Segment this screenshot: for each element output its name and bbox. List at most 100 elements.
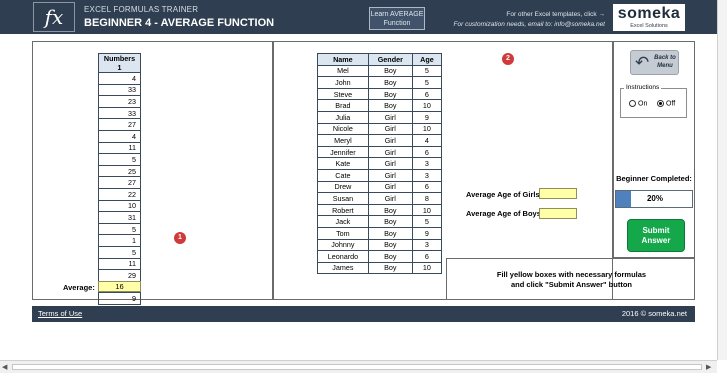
- scroll-thumb[interactable]: [12, 364, 702, 370]
- number-cell[interactable]: 11: [98, 257, 141, 271]
- name-cell[interactable]: Julia: [317, 110, 369, 124]
- off-label: Off: [666, 100, 676, 108]
- age-cell[interactable]: 10: [411, 99, 443, 112]
- name-cell[interactable]: Leonardo: [317, 250, 369, 263]
- gender-cell[interactable]: Boy: [367, 261, 413, 275]
- age-cell[interactable]: 5: [411, 215, 443, 228]
- boys-average-input[interactable]: [539, 208, 577, 219]
- girls-average-input[interactable]: [539, 188, 577, 199]
- table-row: 10: [98, 199, 141, 213]
- name-cell[interactable]: Jack: [317, 215, 369, 228]
- gender-cell[interactable]: Boy: [367, 238, 413, 252]
- name-cell[interactable]: Kate: [317, 157, 369, 170]
- vertical-scrollbar[interactable]: [717, 0, 727, 360]
- table-row: 9: [98, 292, 141, 305]
- name-cell[interactable]: Tom: [317, 226, 369, 240]
- someka-logo[interactable]: someka Excel Solutions: [613, 4, 685, 31]
- name-cell[interactable]: Susan: [317, 192, 369, 205]
- age-cell[interactable]: 8: [411, 192, 443, 205]
- templates-link[interactable]: For other Excel templates, click →: [440, 11, 605, 18]
- name-cell[interactable]: Meryl: [317, 134, 369, 147]
- gender-cell[interactable]: Boy: [367, 76, 413, 89]
- number-cell[interactable]: 5: [98, 222, 141, 236]
- age-cell[interactable]: 9: [411, 226, 443, 240]
- table-row: 5: [98, 245, 141, 259]
- scroll-left-icon[interactable]: ◀: [2, 363, 7, 371]
- age-cell[interactable]: 9: [411, 110, 443, 124]
- number-cell[interactable]: 4: [98, 129, 141, 143]
- learn-average-button[interactable]: Learn AVERAGE Function: [369, 7, 425, 30]
- number-cell[interactable]: 5: [98, 245, 141, 259]
- name-cell[interactable]: Steve: [317, 87, 369, 101]
- gender-cell[interactable]: Girl: [367, 145, 413, 159]
- horizontal-scrollbar[interactable]: ◀ ▶: [0, 360, 717, 373]
- instructions-on-radio[interactable]: On: [629, 100, 647, 107]
- gender-cell[interactable]: Boy: [367, 215, 413, 228]
- name-cell[interactable]: Nicole: [317, 122, 369, 136]
- number-cell[interactable]: 4: [98, 72, 141, 85]
- age-cell[interactable]: 6: [411, 250, 443, 263]
- number-cell[interactable]: 33: [98, 106, 141, 120]
- age-cell[interactable]: 6: [411, 145, 443, 159]
- age-cell[interactable]: 5: [411, 76, 443, 89]
- number-cell[interactable]: 31: [98, 211, 141, 224]
- gender-cell[interactable]: Boy: [367, 99, 413, 112]
- gender-cell[interactable]: Boy: [367, 250, 413, 263]
- table-row: Jack Boy 5: [317, 215, 443, 228]
- name-cell[interactable]: John: [317, 76, 369, 89]
- gender-cell[interactable]: Boy: [367, 64, 413, 78]
- back-to-menu-button[interactable]: ↶ Back to Menu: [630, 50, 679, 75]
- gender-cell[interactable]: Boy: [367, 226, 413, 240]
- name-cell[interactable]: Drew: [317, 180, 369, 194]
- age-cell[interactable]: 4: [411, 134, 443, 147]
- age-cell[interactable]: 5: [411, 64, 443, 78]
- number-cell[interactable]: 1: [98, 234, 141, 247]
- number-cell[interactable]: 11: [98, 141, 141, 155]
- name-cell[interactable]: Jennifer: [317, 145, 369, 159]
- name-cell[interactable]: Brad: [317, 99, 369, 112]
- number-cell[interactable]: 23: [98, 95, 141, 108]
- name-cell[interactable]: James: [317, 261, 369, 275]
- number-cell[interactable]: 27: [98, 118, 141, 131]
- age-cell[interactable]: 3: [411, 238, 443, 252]
- age-cell[interactable]: 6: [411, 87, 443, 101]
- number-cell[interactable]: 25: [98, 164, 141, 178]
- number-cell[interactable]: 33: [98, 83, 141, 97]
- age-cell[interactable]: 3: [411, 157, 443, 170]
- name-cell[interactable]: Johnny: [317, 238, 369, 252]
- age-cell[interactable]: 10: [411, 261, 443, 275]
- gender-cell[interactable]: Boy: [367, 87, 413, 101]
- age-cell[interactable]: 3: [411, 168, 443, 182]
- name-cell[interactable]: Mel: [317, 64, 369, 78]
- number-cell[interactable]: 27: [98, 176, 141, 189]
- number-cell[interactable]: 9: [98, 292, 141, 305]
- table-row: 22: [98, 187, 141, 201]
- gender-cell[interactable]: Girl: [367, 157, 413, 170]
- gender-cell[interactable]: Girl: [367, 192, 413, 205]
- terms-link[interactable]: Terms of Use: [38, 309, 82, 318]
- age-cell[interactable]: 10: [411, 122, 443, 136]
- name-cell[interactable]: Robert: [317, 203, 369, 217]
- number-cell[interactable]: 29: [98, 269, 141, 282]
- fx-logo: fx: [33, 2, 75, 32]
- scroll-right-icon[interactable]: ▶: [706, 363, 711, 371]
- instructions-off-radio[interactable]: Off: [657, 100, 675, 107]
- age-cell[interactable]: 10: [411, 203, 443, 217]
- gender-cell[interactable]: Girl: [367, 122, 413, 136]
- radio-off-icon: [657, 100, 664, 107]
- instructions-title: Instructions: [624, 84, 662, 91]
- table-row: Kate Girl 3: [317, 157, 443, 170]
- gender-cell[interactable]: Girl: [367, 134, 413, 147]
- number-cell[interactable]: 5: [98, 153, 141, 166]
- table-row: Mel Boy 5: [317, 64, 443, 78]
- number-cell[interactable]: 10: [98, 199, 141, 213]
- gender-cell[interactable]: Girl: [367, 168, 413, 182]
- submit-answer-button[interactable]: Submit Answer: [627, 219, 685, 252]
- gender-cell[interactable]: Boy: [367, 203, 413, 217]
- age-cell[interactable]: 6: [411, 180, 443, 194]
- average-input[interactable]: 16: [98, 281, 141, 292]
- number-cell[interactable]: 22: [98, 187, 141, 201]
- gender-cell[interactable]: Girl: [367, 180, 413, 194]
- gender-cell[interactable]: Girl: [367, 110, 413, 124]
- name-cell[interactable]: Cate: [317, 168, 369, 182]
